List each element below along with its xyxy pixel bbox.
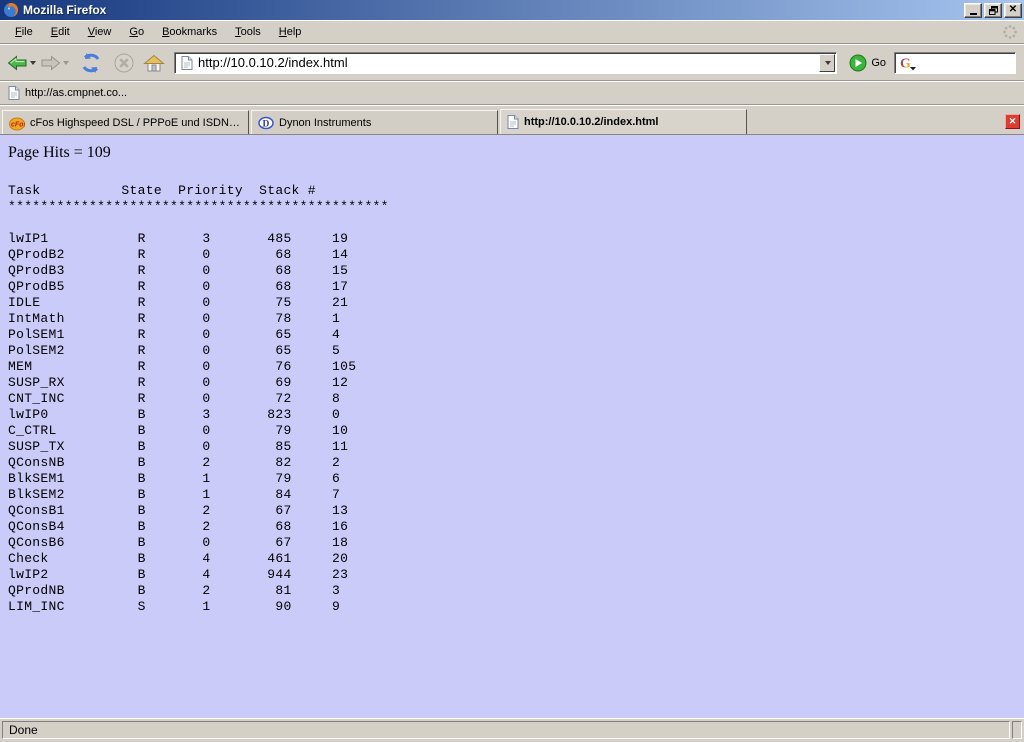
page-icon xyxy=(507,115,519,129)
menu-bookmarks[interactable]: Bookmarks xyxy=(153,23,226,41)
reload-icon xyxy=(79,52,103,74)
navigation-toolbar: Go G xyxy=(0,44,1024,81)
tab-dynon[interactable]: D Dynon Instruments xyxy=(251,110,498,134)
page-hits-text: Page Hits = 109 xyxy=(8,144,1016,162)
window-title: Mozilla Firefox xyxy=(23,3,964,17)
go-icon xyxy=(849,54,867,72)
forward-dropdown-caret[interactable] xyxy=(63,61,69,65)
menu-bar: File Edit View Go Bookmarks Tools Help xyxy=(0,20,1024,44)
cfos-favicon: cFos xyxy=(9,115,25,131)
menu-tools[interactable]: Tools xyxy=(226,23,270,41)
restore-icon xyxy=(989,6,998,15)
go-label: Go xyxy=(871,57,886,69)
home-icon xyxy=(143,53,165,73)
browser-window: Mozilla Firefox ✕ File Edit View Go Book… xyxy=(0,0,1024,742)
title-bar: Mozilla Firefox ✕ xyxy=(0,0,1024,20)
forward-arrow-icon xyxy=(40,55,61,71)
minimize-icon xyxy=(970,13,977,15)
home-button[interactable] xyxy=(142,51,166,75)
restore-button[interactable] xyxy=(984,3,1002,18)
firefox-logo-icon xyxy=(3,2,19,18)
back-arrow-icon xyxy=(7,55,28,71)
svg-text:G: G xyxy=(900,56,911,71)
page-icon xyxy=(8,86,20,100)
throbber-icon xyxy=(1002,24,1018,40)
stop-button[interactable] xyxy=(112,50,136,76)
tab-label: http://10.0.10.2/index.html xyxy=(524,116,658,128)
svg-text:cFos: cFos xyxy=(11,121,25,128)
menu-view[interactable]: View xyxy=(79,23,121,41)
status-text: Done xyxy=(2,721,1010,739)
tab-index-html[interactable]: http://10.0.10.2/index.html xyxy=(500,109,747,134)
page-content: Page Hits = 109 Task State Priority Stac… xyxy=(0,135,1024,718)
page-icon xyxy=(181,56,193,70)
menu-file[interactable]: File xyxy=(6,23,42,41)
bookmark-label: http://as.cmpnet.co... xyxy=(25,87,127,99)
reload-button[interactable] xyxy=(78,50,104,76)
menu-go[interactable]: Go xyxy=(120,23,153,41)
stop-icon xyxy=(113,52,135,74)
minimize-button[interactable] xyxy=(964,3,982,18)
close-window-button[interactable]: ✕ xyxy=(1004,3,1022,18)
menu-edit[interactable]: Edit xyxy=(42,23,79,41)
url-bar xyxy=(174,52,837,74)
dynon-favicon: D xyxy=(258,115,274,131)
back-button[interactable] xyxy=(6,53,37,73)
bookmark-item[interactable]: http://as.cmpnet.co... xyxy=(8,86,127,100)
close-tab-button[interactable]: ✕ xyxy=(1005,114,1020,129)
task-table: Task State Priority Stack # ************… xyxy=(8,183,1016,615)
forward-button[interactable] xyxy=(39,53,70,73)
tab-bar: cFos cFos Highspeed DSL / PPPoE und ISDN… xyxy=(0,105,1024,135)
tab-cfos[interactable]: cFos cFos Highspeed DSL / PPPoE und ISDN… xyxy=(2,110,249,134)
tab-label: Dynon Instruments xyxy=(279,117,371,129)
google-search-icon[interactable]: G xyxy=(899,55,916,71)
url-dropdown-caret xyxy=(825,61,831,65)
status-bar: Done xyxy=(0,718,1024,742)
back-dropdown-caret[interactable] xyxy=(30,61,36,65)
menu-help[interactable]: Help xyxy=(270,23,311,41)
bookmarks-toolbar: http://as.cmpnet.co... xyxy=(0,81,1024,105)
tab-label: cFos Highspeed DSL / PPPoE und ISDN CAP.… xyxy=(30,117,242,129)
go-button[interactable]: Go xyxy=(843,54,892,72)
svg-text:D: D xyxy=(263,119,270,129)
status-stub-panel xyxy=(1012,721,1022,739)
search-input[interactable] xyxy=(918,55,1015,70)
url-dropdown-button[interactable] xyxy=(819,54,835,72)
search-box: G xyxy=(894,52,1016,74)
url-input[interactable] xyxy=(196,55,819,71)
